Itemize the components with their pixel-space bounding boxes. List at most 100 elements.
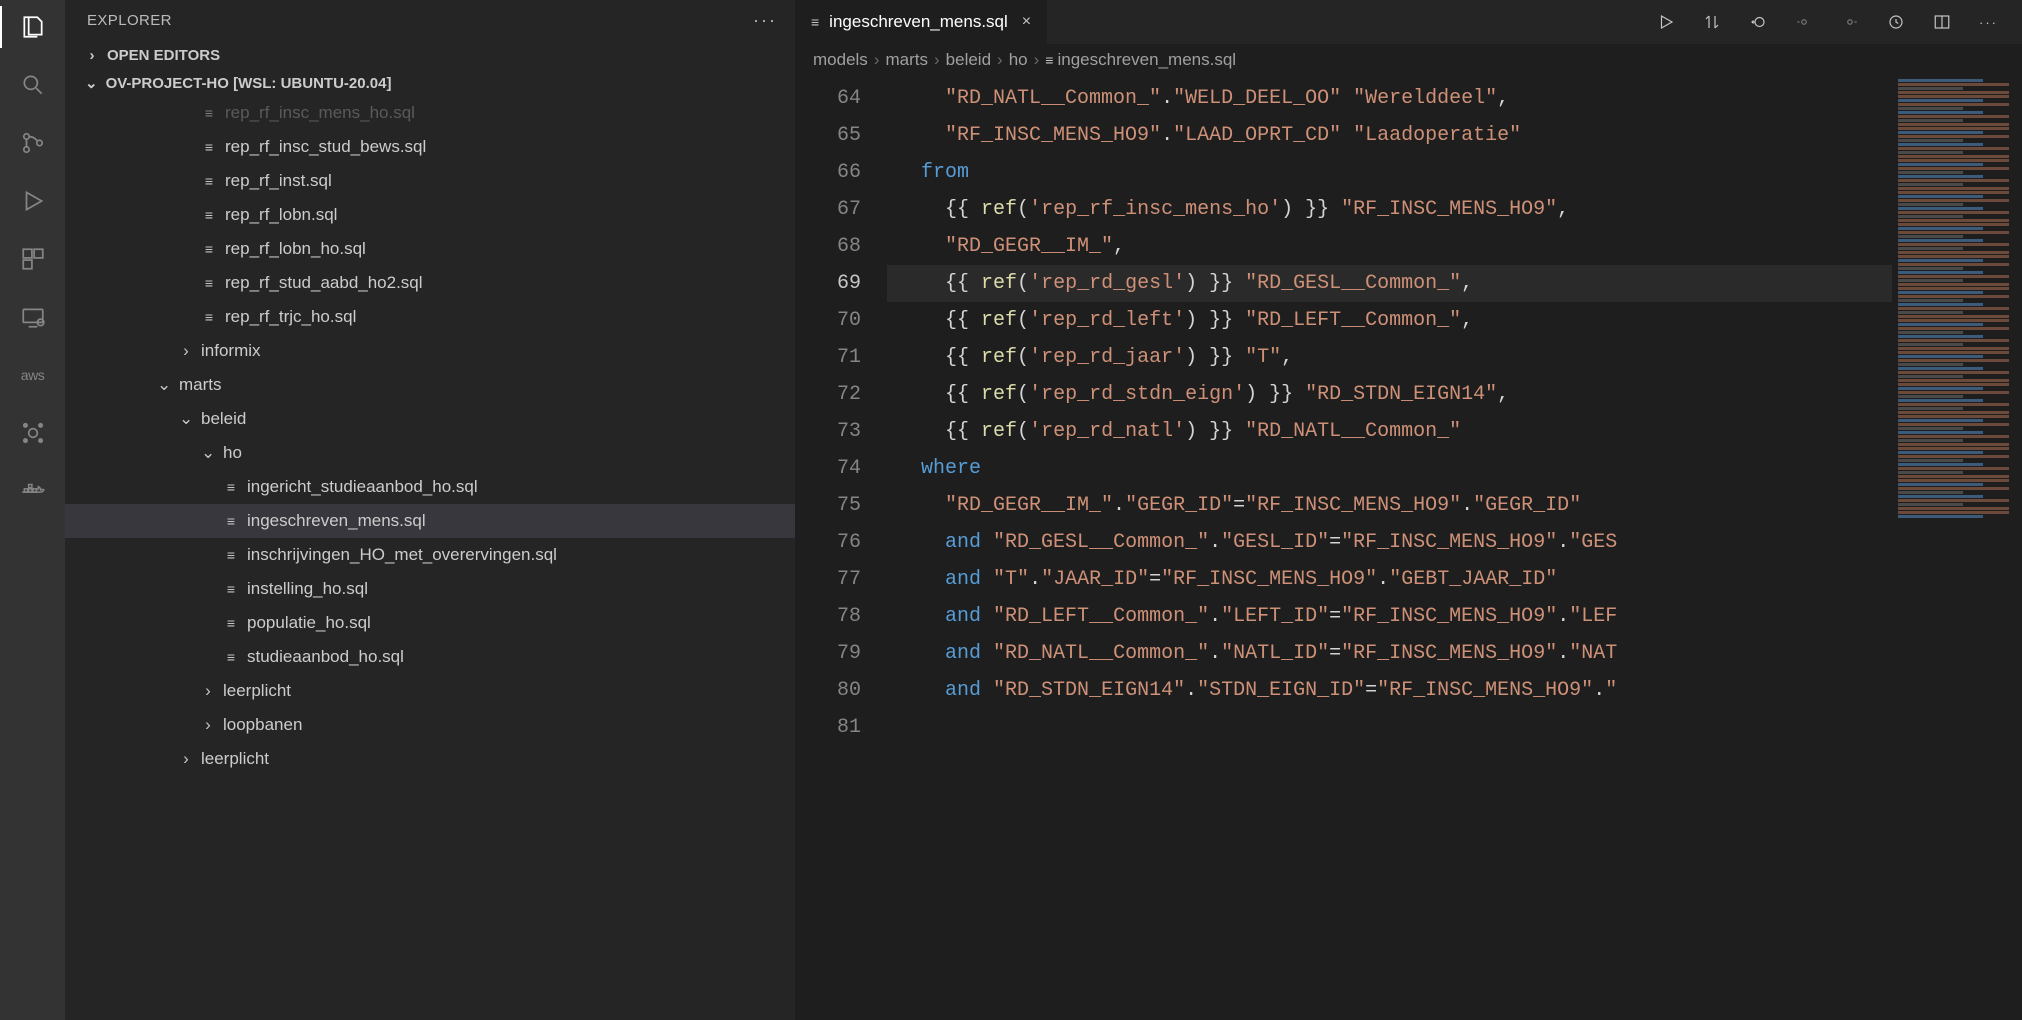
code-line[interactable]: where xyxy=(887,450,2022,487)
split-editor-icon[interactable] xyxy=(1933,13,1951,31)
file-icon: ≡ xyxy=(201,173,217,189)
breadcrumb-marts[interactable]: marts xyxy=(885,50,928,70)
code-line[interactable]: {{ ref('rep_rd_stdn_eign') }} "RD_STDN_E… xyxy=(887,376,2022,413)
files-icon[interactable] xyxy=(18,12,48,42)
tree-item-label: populatie_ho.sql xyxy=(247,613,371,633)
breadcrumb-separator: › xyxy=(874,50,880,70)
run-icon[interactable] xyxy=(1657,13,1675,31)
compare-changes-icon[interactable] xyxy=(1703,13,1721,31)
tree-item-label: inschrijvingen_HO_met_overervingen.sql xyxy=(247,545,557,565)
folder-marts[interactable]: ⌄marts xyxy=(65,368,795,402)
breadcrumb-models[interactable]: models xyxy=(813,50,868,70)
code-line[interactable]: {{ ref('rep_rd_left') }} "RD_LEFT__Commo… xyxy=(887,302,2022,339)
tree-item-label: rep_rf_lobn_ho.sql xyxy=(225,239,366,259)
go-back-icon[interactable] xyxy=(1749,13,1767,31)
line-number: 80 xyxy=(795,672,861,709)
code-line[interactable]: {{ ref('rep_rd_natl') }} "RD_NATL__Commo… xyxy=(887,413,2022,450)
code-line[interactable]: {{ ref('rep_rd_jaar') }} "T", xyxy=(887,339,2022,376)
chevron-right-icon: › xyxy=(179,341,193,361)
folder-leerplicht[interactable]: ›leerplicht xyxy=(65,742,795,776)
file-instelling_ho.sql[interactable]: ≡instelling_ho.sql xyxy=(65,572,795,606)
code-line[interactable]: and "RD_GESL__Common_"."GESL_ID"="RF_INS… xyxy=(887,524,2022,561)
tree-item-label: marts xyxy=(179,375,222,395)
project-label: OV-PROJECT-HO [WSL: UBUNTU-20.04] xyxy=(106,75,392,92)
code-line[interactable]: {{ ref('rep_rd_gesl') }} "RD_GESL__Commo… xyxy=(887,265,2022,302)
tab-ingeschreven-mens[interactable]: ≡ ingeschreven_mens.sql × xyxy=(795,0,1047,44)
tree-item-label: rep_rf_lobn.sql xyxy=(225,205,337,225)
file-rep_rf_lobn_ho.sql[interactable]: ≡rep_rf_lobn_ho.sql xyxy=(65,232,795,266)
file-icon: ≡ xyxy=(201,105,217,121)
search-icon[interactable] xyxy=(18,70,48,100)
code-editor[interactable]: 646566676869707172737475767778798081 "RD… xyxy=(795,76,2022,1020)
code-line[interactable]: {{ ref('rep_rf_insc_mens_ho') }} "RF_INS… xyxy=(887,191,2022,228)
file-icon: ≡ xyxy=(1045,52,1053,68)
code-line[interactable]: "RD_GEGR__IM_", xyxy=(887,228,2022,265)
extensions-icon[interactable] xyxy=(18,244,48,274)
more-actions-icon[interactable]: ··· xyxy=(1979,15,1998,30)
tree-item-label: leerplicht xyxy=(201,749,269,769)
chevron-down-icon: ⌄ xyxy=(179,409,193,429)
file-icon: ≡ xyxy=(201,139,217,155)
file-populatie_ho.sql[interactable]: ≡populatie_ho.sql xyxy=(65,606,795,640)
remote-explorer-icon[interactable] xyxy=(18,302,48,332)
code-line[interactable]: and "T"."JAAR_ID"="RF_INSC_MENS_HO9"."GE… xyxy=(887,561,2022,598)
step-back-icon[interactable] xyxy=(1795,13,1813,31)
line-number: 65 xyxy=(795,117,861,154)
file-inschrijvingen_HO_met_overervingen.sql[interactable]: ≡inschrijvingen_HO_met_overervingen.sql xyxy=(65,538,795,572)
source-control-icon[interactable] xyxy=(18,128,48,158)
tree-item-label: ingericht_studieaanbod_ho.sql xyxy=(247,477,478,497)
target-icon[interactable] xyxy=(18,418,48,448)
tree-item-label: rep_rf_stud_aabd_ho2.sql xyxy=(225,273,423,293)
file-rep_rf_inst.sql[interactable]: ≡ rep_rf_inst.sql xyxy=(65,164,795,198)
tree-item-label: ingeschreven_mens.sql xyxy=(247,511,426,531)
file-icon: ≡ xyxy=(201,309,217,325)
file-icon: ≡ xyxy=(223,513,239,529)
tab-bar: ≡ ingeschreven_mens.sql × ··· xyxy=(795,0,2022,44)
docker-icon[interactable] xyxy=(18,476,48,506)
breadcrumb-separator: › xyxy=(934,50,940,70)
tree-item-label: rep_rf_insc_mens_ho.sql xyxy=(225,103,415,123)
line-number: 72 xyxy=(795,376,861,413)
file-ingericht_studieaanbod_ho.sql[interactable]: ≡ingericht_studieaanbod_ho.sql xyxy=(65,470,795,504)
code-line[interactable]: and "RD_NATL__Common_"."NATL_ID"="RF_INS… xyxy=(887,635,2022,672)
file-rep_rf_trjc_ho.sql[interactable]: ≡rep_rf_trjc_ho.sql xyxy=(65,300,795,334)
code-line[interactable]: from xyxy=(887,154,2022,191)
explorer-more-icon[interactable]: ··· xyxy=(753,10,777,31)
file-rep_rf_stud_aabd_ho2.sql[interactable]: ≡rep_rf_stud_aabd_ho2.sql xyxy=(65,266,795,300)
folder-ho[interactable]: ⌄ho xyxy=(65,436,795,470)
run-debug-icon[interactable] xyxy=(18,186,48,216)
code-line[interactable]: "RD_GEGR__IM_"."GEGR_ID"="RF_INSC_MENS_H… xyxy=(887,487,2022,524)
step-forward-icon[interactable] xyxy=(1841,13,1859,31)
code-line[interactable]: "RF_INSC_MENS_HO9"."LAAD_OPRT_CD" "Laado… xyxy=(887,117,2022,154)
close-icon[interactable]: × xyxy=(1022,13,1031,31)
folder-loopbanen[interactable]: ›loopbanen xyxy=(65,708,795,742)
file-studieaanbod_ho.sql[interactable]: ≡studieaanbod_ho.sql xyxy=(65,640,795,674)
chevron-down-icon: ⌄ xyxy=(201,443,215,463)
file-rep_rf_lobn.sql[interactable]: ≡rep_rf_lobn.sql xyxy=(65,198,795,232)
code-line[interactable]: and "RD_LEFT__Common_"."LEFT_ID"="RF_INS… xyxy=(887,598,2022,635)
project-root[interactable]: ⌄ OV-PROJECT-HO [WSL: UBUNTU-20.04] xyxy=(65,70,795,96)
line-number: 79 xyxy=(795,635,861,672)
code-line[interactable]: and "RD_STDN_EIGN14"."STDN_EIGN_ID"="RF_… xyxy=(887,672,2022,709)
folder-beleid[interactable]: ⌄beleid xyxy=(65,402,795,436)
breadcrumb-beleid[interactable]: beleid xyxy=(946,50,991,70)
explorer-sidebar: EXPLORER ··· › OPEN EDITORS ⌄ OV-PROJECT… xyxy=(65,0,795,1020)
breadcrumb-ho[interactable]: ho xyxy=(1009,50,1028,70)
file-ingeschreven_mens.sql[interactable]: ≡ ingeschreven_mens.sql xyxy=(65,504,795,538)
file-rep_rf_insc_stud_bews.sql[interactable]: ≡rep_rf_insc_stud_bews.sql xyxy=(65,130,795,164)
folder-leerplicht[interactable]: ›leerplicht xyxy=(65,674,795,708)
minimap[interactable] xyxy=(1892,78,2022,1020)
preview-icon[interactable] xyxy=(1887,13,1905,31)
code-content[interactable]: "RD_NATL__Common_"."WELD_DEEL_OO" "Werel… xyxy=(881,76,2022,1020)
breadcrumb-ingeschreven_mens.sql[interactable]: ≡ingeschreven_mens.sql xyxy=(1045,50,1236,70)
aws-icon[interactable]: aws xyxy=(18,360,48,390)
code-line[interactable]: "RD_NATL__Common_"."WELD_DEEL_OO" "Werel… xyxy=(887,80,2022,117)
line-number: 67 xyxy=(795,191,861,228)
file-rep_rf_insc_mens_ho.sql[interactable]: ≡ rep_rf_insc_mens_ho.sql xyxy=(65,96,795,130)
folder-informix[interactable]: ›informix xyxy=(65,334,795,368)
chevron-right-icon: › xyxy=(201,715,215,735)
tree-item-label: rep_rf_inst.sql xyxy=(225,171,332,191)
code-line[interactable] xyxy=(887,709,2022,746)
open-editors-section[interactable]: › OPEN EDITORS xyxy=(65,41,795,70)
line-number: 78 xyxy=(795,598,861,635)
